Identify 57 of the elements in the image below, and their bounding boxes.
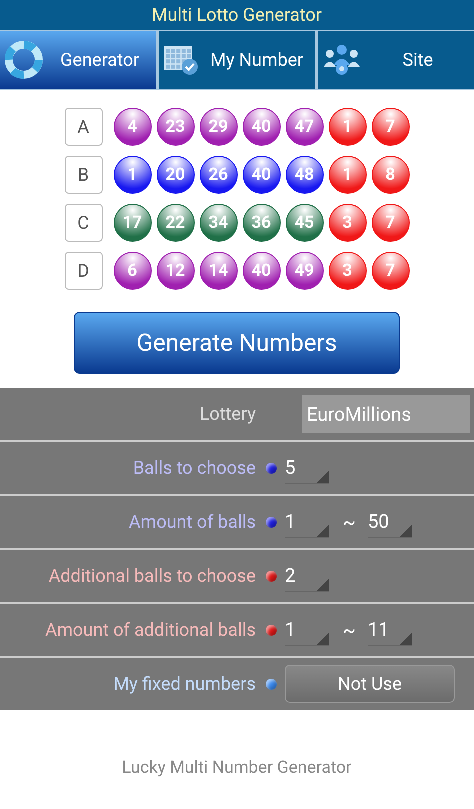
number-ball: 4 — [114, 108, 152, 146]
number-ball: 34 — [200, 204, 238, 242]
tab[interactable]: Site — [318, 31, 474, 89]
number-ball: 20 — [156, 156, 194, 194]
number-ball: 3 — [328, 252, 366, 290]
setting-label: Balls to choose — [132, 458, 257, 478]
number-ball: 17 — [114, 204, 152, 242]
setting-label: My fixed numbers — [112, 674, 257, 694]
number-ball: 49 — [286, 252, 324, 290]
number-spinner[interactable]: 5 — [285, 452, 329, 484]
number-spinner[interactable]: 2 — [285, 560, 329, 592]
setting-label: Amount of balls — [128, 512, 257, 532]
number-ball: 14 — [200, 252, 238, 290]
number-ball: 40 — [242, 252, 280, 290]
number-ball: 45 — [286, 204, 324, 242]
row-label: B — [64, 156, 102, 194]
number-spinner[interactable]: 1 — [285, 614, 329, 646]
number-ball: 8 — [372, 156, 410, 194]
number-ball: 7 — [372, 108, 410, 146]
number-ball: 22 — [156, 204, 194, 242]
footer-text: Lucky Multi Number Generator — [121, 758, 353, 778]
number-spinner[interactable]: 1 — [285, 506, 329, 538]
lifebuoy-icon — [4, 40, 44, 80]
number-ball: 7 — [372, 252, 410, 290]
number-ball: 40 — [242, 108, 280, 146]
row-label: A — [64, 108, 102, 146]
number-spinner[interactable]: 50 — [368, 506, 412, 538]
number-ball: 3 — [328, 204, 366, 242]
range-separator: ~ — [343, 618, 356, 642]
number-ball: 1 — [328, 156, 366, 194]
number-ball: 29 — [200, 108, 238, 146]
number-ball: 1 — [114, 156, 152, 194]
range-separator: ~ — [343, 510, 356, 534]
number-ball: 36 — [242, 204, 280, 242]
tab[interactable]: My Number — [159, 31, 315, 89]
generate-button[interactable]: Generate Numbers — [74, 312, 400, 374]
number-spinner[interactable]: 11 — [368, 614, 412, 646]
setting-label: Additional balls to choose — [48, 566, 257, 586]
setting-label: Amount of additional balls — [44, 620, 257, 640]
tab[interactable]: Generator — [0, 31, 156, 89]
people-icon — [322, 43, 362, 77]
number-ball: 23 — [156, 108, 194, 146]
window-title: Multi Lotto Generator — [0, 0, 474, 31]
lottery-dropdown[interactable]: EuroMillions — [302, 395, 470, 433]
number-ball: 26 — [200, 156, 238, 194]
number-ball: 40 — [242, 156, 280, 194]
setting-label: Lottery — [198, 404, 257, 424]
number-ball: 48 — [286, 156, 324, 194]
number-ball: 6 — [114, 252, 152, 290]
number-ball: 1 — [328, 108, 366, 146]
calendar-check-icon — [163, 44, 199, 76]
not-use-button[interactable]: Not Use — [285, 665, 455, 703]
number-ball: 7 — [372, 204, 410, 242]
number-ball: 12 — [156, 252, 194, 290]
row-label: D — [64, 252, 102, 290]
number-ball: 47 — [286, 108, 324, 146]
row-label: C — [64, 204, 102, 242]
